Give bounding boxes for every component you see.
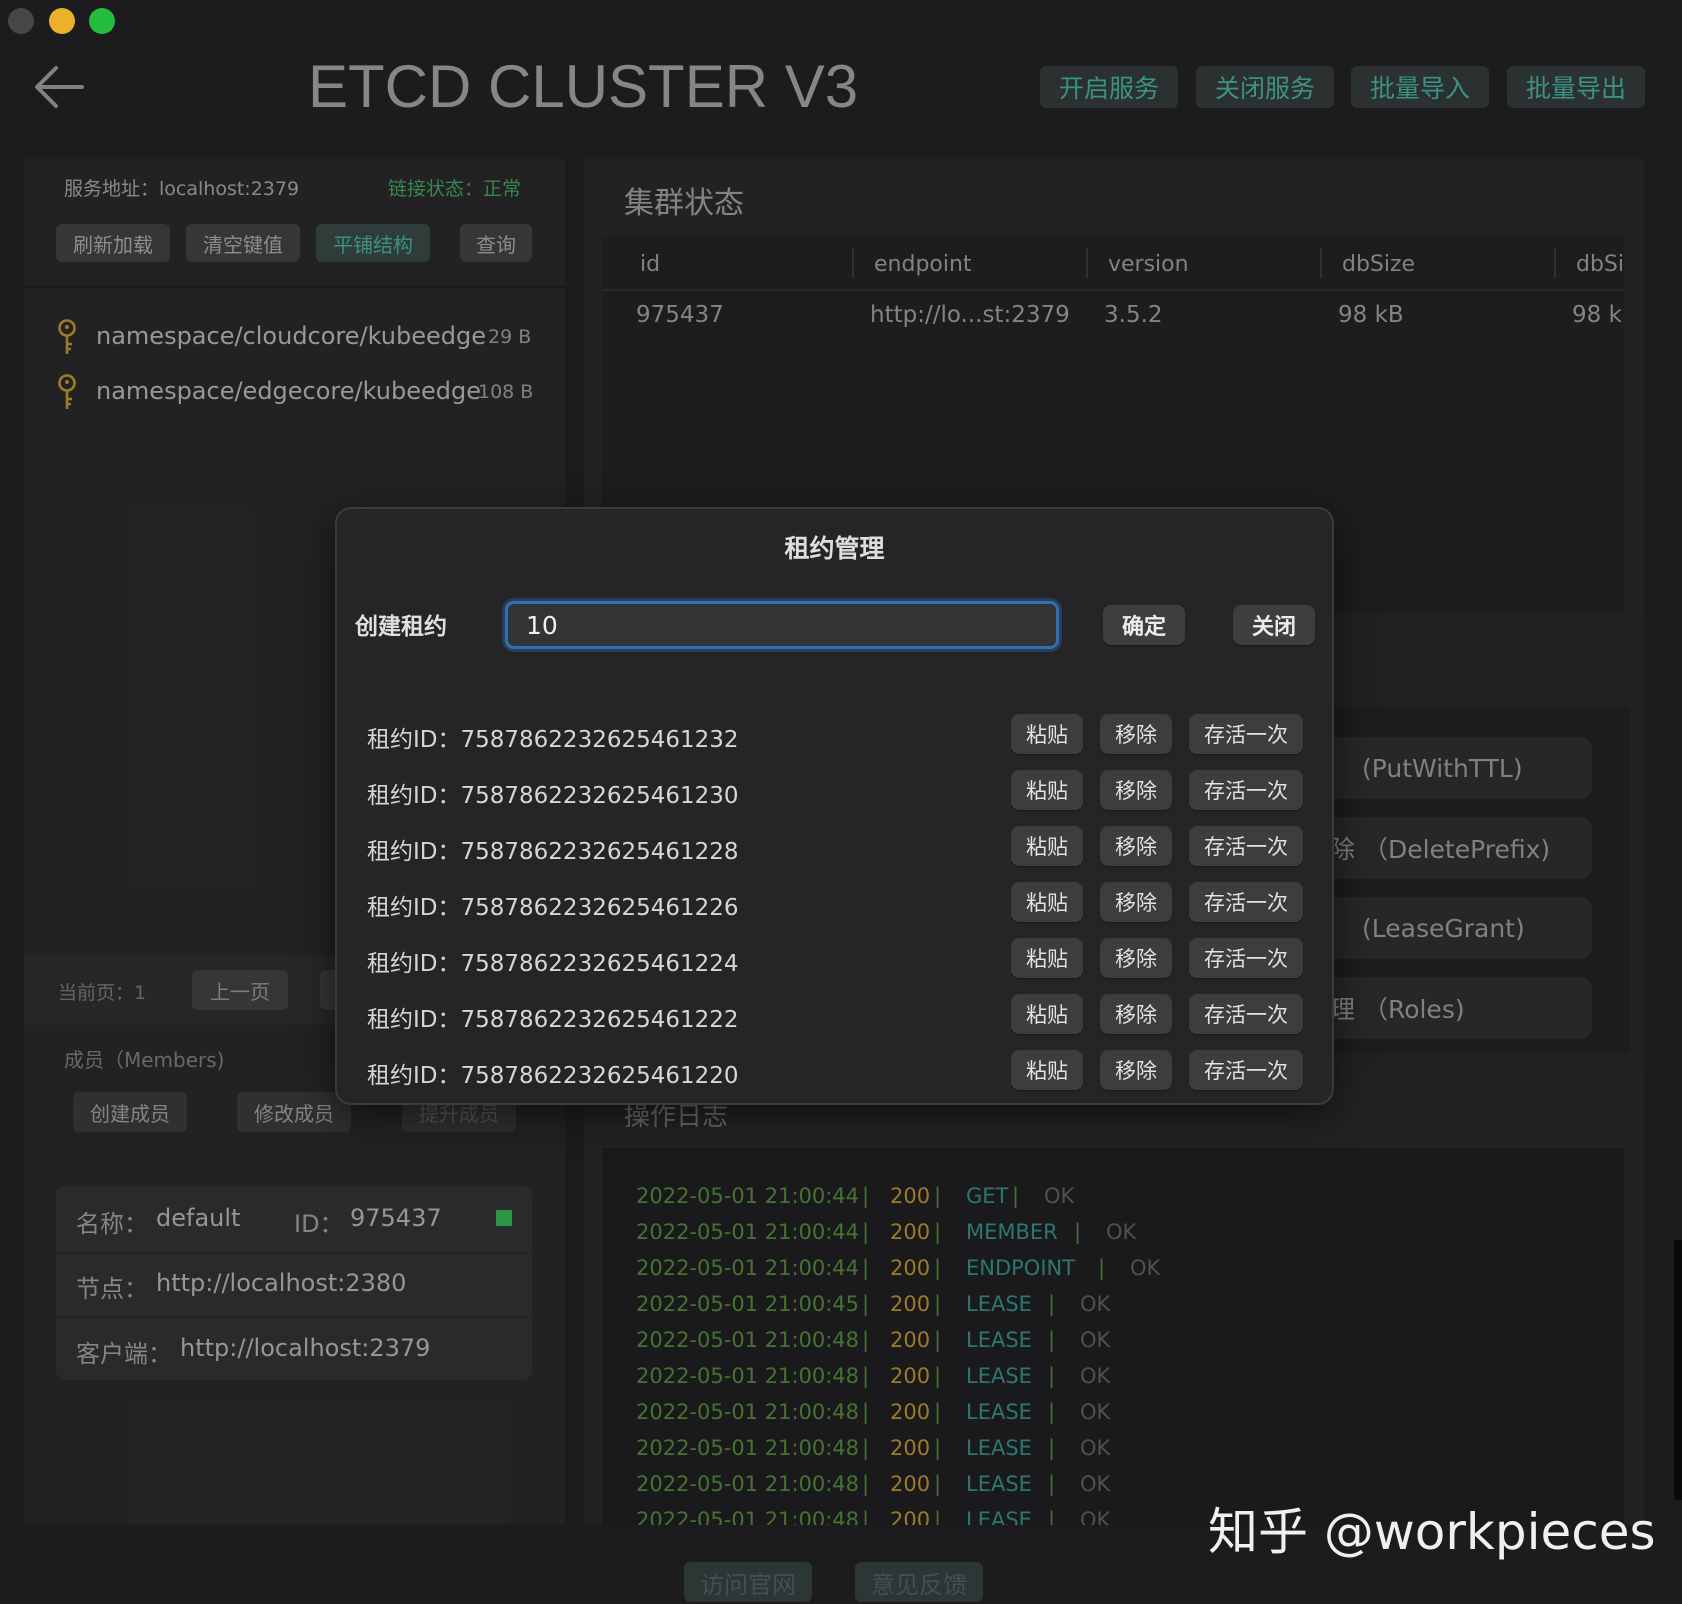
remove-lease-button[interactable]: 移除 <box>1100 770 1172 810</box>
lease-row: 租约ID：7587862232625461226 粘贴 移除 存活一次 <box>337 882 1332 926</box>
keepalive-lease-button[interactable]: 存活一次 <box>1189 994 1303 1034</box>
keepalive-lease-button[interactable]: 存活一次 <box>1189 938 1303 978</box>
remove-lease-button[interactable]: 移除 <box>1100 882 1172 922</box>
keepalive-lease-button[interactable]: 存活一次 <box>1189 770 1303 810</box>
lease-id-label: 租约ID：7587862232625461230 <box>367 776 739 810</box>
lease-row: 租约ID：7587862232625461228 粘贴 移除 存活一次 <box>337 826 1332 870</box>
keepalive-lease-button[interactable]: 存活一次 <box>1189 882 1303 922</box>
paste-lease-button[interactable]: 粘贴 <box>1011 882 1083 922</box>
lease-id-value: 7587862232625461224 <box>460 951 739 977</box>
paste-lease-button[interactable]: 粘贴 <box>1011 714 1083 754</box>
lease-row: 租约ID：7587862232625461222 粘贴 移除 存活一次 <box>337 994 1332 1038</box>
lease-id-value: 7587862232625461220 <box>460 1063 739 1089</box>
remove-lease-button[interactable]: 移除 <box>1100 826 1172 866</box>
lease-id-value: 7587862232625461232 <box>460 727 739 753</box>
paste-lease-button[interactable]: 粘贴 <box>1011 826 1083 866</box>
confirm-button[interactable]: 确定 <box>1103 605 1185 645</box>
keepalive-lease-button[interactable]: 存活一次 <box>1189 714 1303 754</box>
close-button[interactable]: 关闭 <box>1233 605 1315 645</box>
lease-id-prefix: 租约ID： <box>367 783 461 809</box>
lease-id-prefix: 租约ID： <box>367 1007 461 1033</box>
remove-lease-button[interactable]: 移除 <box>1100 1050 1172 1090</box>
lease-row: 租约ID：7587862232625461232 粘贴 移除 存活一次 <box>337 714 1332 758</box>
lease-id-value: 7587862232625461222 <box>460 1007 739 1033</box>
dialog-title: 租约管理 <box>784 534 885 563</box>
lease-row: 租约ID：7587862232625461224 粘贴 移除 存活一次 <box>337 938 1332 982</box>
paste-lease-button[interactable]: 粘贴 <box>1011 994 1083 1034</box>
lease-row: 租约ID：7587862232625461230 粘贴 移除 存活一次 <box>337 770 1332 814</box>
lease-id-label: 租约ID：7587862232625461228 <box>367 832 739 866</box>
lease-id-value: 7587862232625461226 <box>460 895 739 921</box>
create-lease-label: 创建租约 <box>355 614 447 640</box>
lease-id-value: 7587862232625461228 <box>460 839 739 865</box>
lease-ttl-input[interactable] <box>505 601 1059 649</box>
keepalive-lease-button[interactable]: 存活一次 <box>1189 826 1303 866</box>
lease-id-prefix: 租约ID： <box>367 951 461 977</box>
paste-lease-button[interactable]: 粘贴 <box>1011 938 1083 978</box>
lease-id-label: 租约ID：7587862232625461222 <box>367 1000 739 1034</box>
keepalive-lease-button[interactable]: 存活一次 <box>1189 1050 1303 1090</box>
lease-id-label: 租约ID：7587862232625461224 <box>367 944 739 978</box>
lease-id-prefix: 租约ID： <box>367 895 461 921</box>
remove-lease-button[interactable]: 移除 <box>1100 714 1172 754</box>
lease-row: 租约ID：7587862232625461220 粘贴 移除 存活一次 <box>337 1050 1332 1094</box>
remove-lease-button[interactable]: 移除 <box>1100 938 1172 978</box>
lease-id-prefix: 租约ID： <box>367 727 461 753</box>
lease-id-label: 租约ID：7587862232625461220 <box>367 1056 739 1090</box>
lease-id-value: 7587862232625461230 <box>460 783 739 809</box>
lease-management-dialog: 租约管理 创建租约 确定 关闭 租约ID：7587862232625461232… <box>335 507 1334 1105</box>
lease-id-label: 租约ID：7587862232625461232 <box>367 720 739 754</box>
lease-id-prefix: 租约ID： <box>367 1063 461 1089</box>
paste-lease-button[interactable]: 粘贴 <box>1011 1050 1083 1090</box>
paste-lease-button[interactable]: 粘贴 <box>1011 770 1083 810</box>
lease-id-label: 租约ID：7587862232625461226 <box>367 888 739 922</box>
lease-id-prefix: 租约ID： <box>367 839 461 865</box>
remove-lease-button[interactable]: 移除 <box>1100 994 1172 1034</box>
